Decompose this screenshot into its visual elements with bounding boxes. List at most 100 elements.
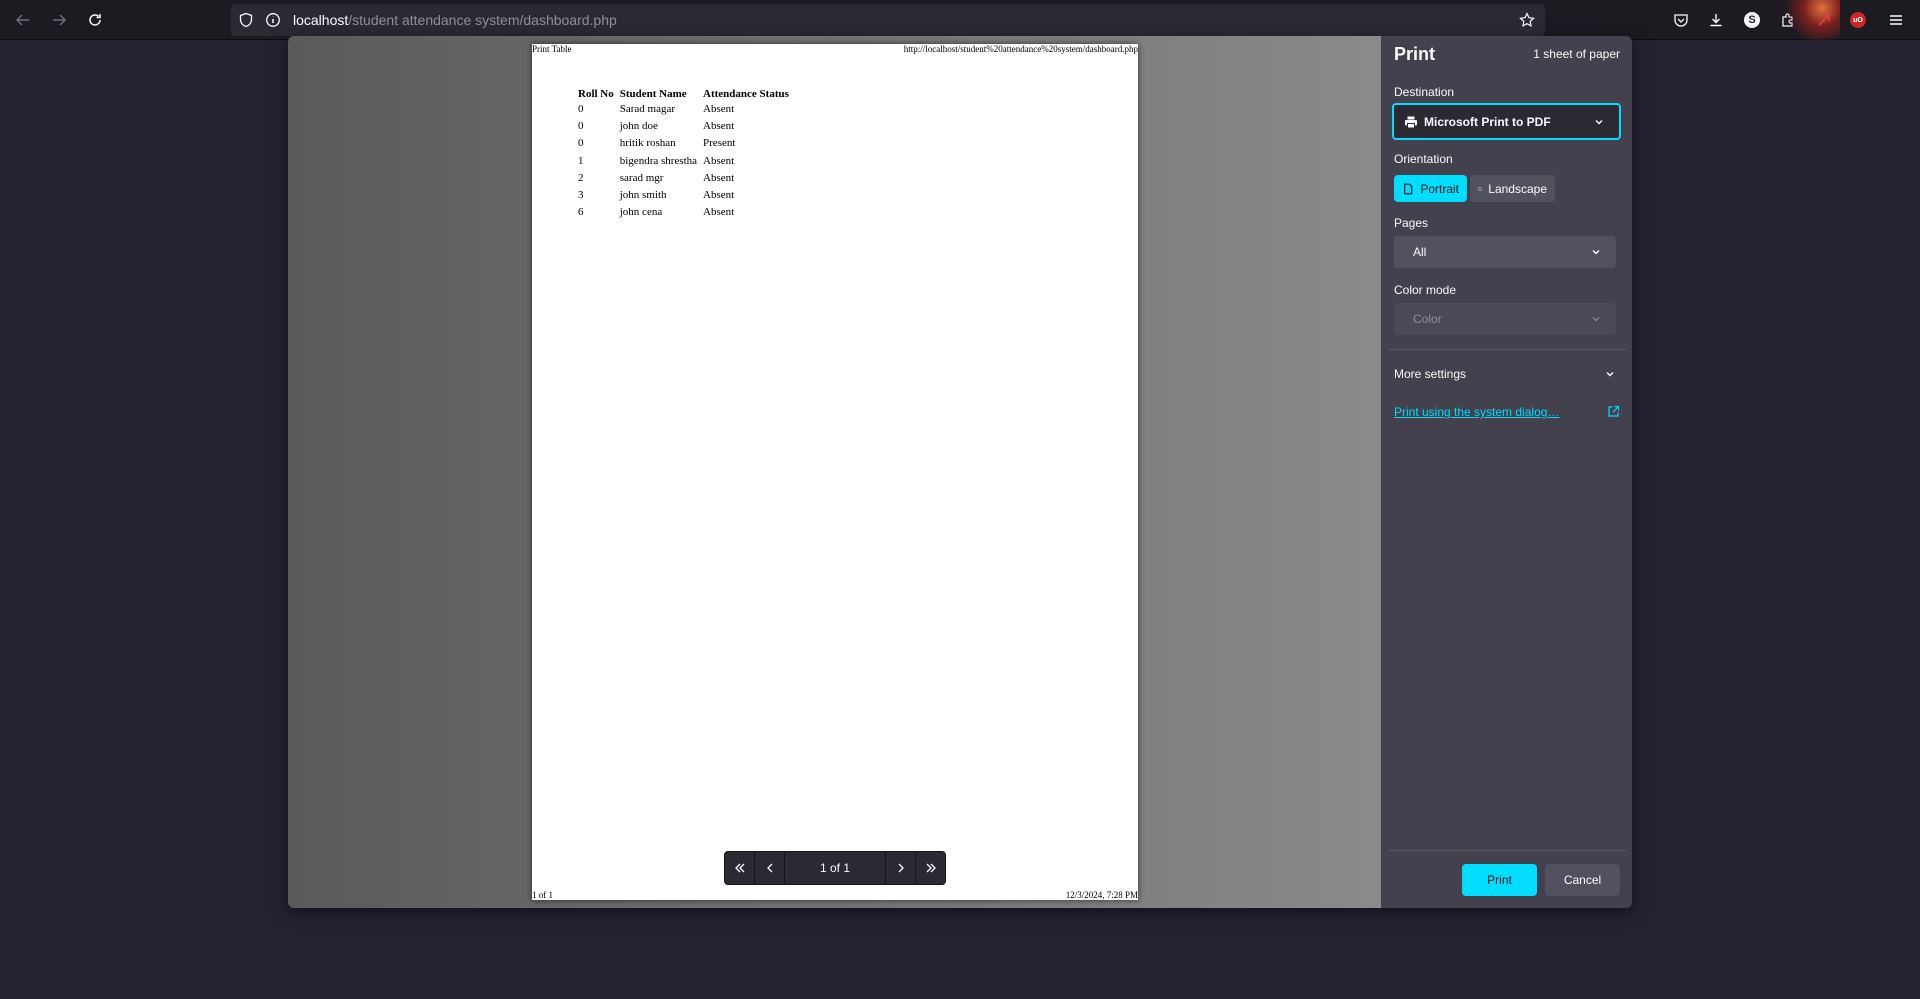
- column-header: Attendance Status: [703, 88, 789, 100]
- system-dialog-link[interactable]: Print using the system dialog…: [1394, 405, 1559, 419]
- roll-no-cell: 2: [578, 171, 584, 184]
- table-row: 3 john smith Absent: [576, 189, 791, 206]
- landscape-label: Landscape: [1488, 181, 1547, 196]
- page-footer-count: 1 of 1: [532, 890, 553, 900]
- red-arrow-extension-icon: [1818, 14, 1830, 26]
- destination-select[interactable]: Microsoft Print to PDF: [1392, 103, 1621, 140]
- cancel-button[interactable]: Cancel: [1545, 864, 1620, 896]
- chevron-down-icon: [1606, 372, 1614, 377]
- chevron-down-icon: [1592, 317, 1600, 322]
- pages-value: All: [1413, 245, 1427, 259]
- table-row: 6 john cena Absent: [576, 206, 791, 223]
- reload-button[interactable]: [81, 6, 109, 34]
- double-chevron-right-icon: [926, 863, 936, 873]
- downloads-button[interactable]: [1704, 8, 1728, 32]
- ublock-button[interactable]: uO: [1846, 8, 1870, 32]
- pocket-button[interactable]: [1669, 8, 1693, 32]
- student-name-cell: Sarad magar: [619, 103, 676, 115]
- color-mode-label: Color mode: [1394, 283, 1457, 297]
- landscape-page-icon: [1478, 187, 1483, 190]
- chevron-left-icon: [766, 863, 772, 873]
- page-header-title: Print Table: [532, 44, 572, 54]
- pages-select[interactable]: All: [1394, 236, 1616, 268]
- more-settings-label: More settings: [1394, 367, 1467, 381]
- first-page-button[interactable]: [725, 852, 755, 884]
- section-divider: [1389, 349, 1626, 350]
- url-bar[interactable]: localhost/student attendance system/dash…: [231, 4, 1545, 36]
- next-page-button[interactable]: [885, 852, 915, 884]
- table-row: 0 hritik roshan Present: [576, 137, 791, 154]
- url-path: /student attendance system/dashboard.php: [348, 12, 617, 28]
- color-mode-select[interactable]: Color: [1394, 303, 1616, 335]
- destination-value: Microsoft Print to PDF: [1424, 114, 1551, 129]
- portrait-button[interactable]: Portrait: [1394, 175, 1467, 202]
- roll-no-cell: 1: [578, 154, 584, 167]
- ublock-origin-icon: uO: [1850, 12, 1866, 28]
- app-menu-button[interactable]: [1884, 8, 1908, 32]
- page-footer-date: 12/3/2024, 7:28 PM: [1065, 890, 1138, 900]
- student-name-cell: sarad mgr: [619, 171, 664, 184]
- extension-arrow-button[interactable]: [1812, 8, 1836, 32]
- student-name-cell: hritik roshan: [619, 137, 676, 150]
- chevron-down-icon: [1592, 250, 1600, 255]
- attendance-status-cell: Absent: [703, 206, 735, 219]
- roll-no-cell: 0: [578, 137, 584, 150]
- roll-no-cell: 6: [578, 206, 584, 219]
- bookmark-star-icon[interactable]: [1519, 12, 1535, 28]
- chevron-right-icon: [898, 863, 904, 873]
- print-button[interactable]: Print: [1462, 864, 1537, 896]
- column-header: Student Name: [619, 88, 687, 100]
- more-settings-toggle[interactable]: More settings: [1394, 364, 1616, 384]
- tracking-shield-icon[interactable]: [238, 12, 254, 28]
- attendance-table: Roll No Student Name Attendance Status 0…: [574, 88, 793, 223]
- hamburger-menu-icon: [1890, 15, 1902, 25]
- browser-toolbar: localhost/student attendance system/dash…: [0, 0, 1920, 40]
- back-arrow-icon: [15, 14, 29, 26]
- portrait-page-icon: [1404, 183, 1413, 194]
- page-indicator: 1 of 1: [819, 861, 851, 875]
- portrait-label: Portrait: [1420, 181, 1459, 196]
- account-avatar-icon: S: [1744, 12, 1760, 28]
- reload-icon: [89, 14, 101, 26]
- table-row: 1 bigendra shrestha Absent: [576, 155, 791, 172]
- column-header: Roll No: [578, 88, 614, 100]
- destination-label: Destination: [1394, 85, 1455, 99]
- roll-no-cell: 0: [578, 103, 584, 115]
- attendance-status-cell: Absent: [703, 188, 735, 201]
- landscape-button[interactable]: Landscape: [1470, 175, 1555, 202]
- site-info-icon[interactable]: [265, 12, 281, 28]
- previous-page-button[interactable]: [755, 852, 785, 884]
- footer-divider: [1389, 850, 1626, 851]
- color-mode-value: Color: [1413, 312, 1442, 326]
- orientation-label: Orientation: [1394, 152, 1453, 166]
- chevron-down-icon: [1595, 119, 1603, 124]
- roll-no-cell: 0: [578, 120, 584, 133]
- back-button[interactable]: [9, 6, 37, 34]
- pages-label: Pages: [1394, 216, 1429, 230]
- page-navigation: 1 of 1: [724, 851, 946, 885]
- external-link-icon[interactable]: [1607, 405, 1620, 418]
- attendance-status-cell: Absent: [703, 103, 735, 115]
- printer-icon: [1405, 116, 1417, 128]
- table-row: 0 Sarad magar Absent: [576, 103, 791, 120]
- print-dialog: Print Table http://localhost/student%20a…: [288, 36, 1632, 908]
- attendance-status-cell: Absent: [703, 154, 735, 167]
- student-name-cell: bigendra shrestha: [619, 154, 698, 167]
- roll-no-cell: 3: [578, 188, 584, 201]
- sheet-count: 1 sheet of paper: [1533, 47, 1620, 61]
- print-title: Print: [1394, 44, 1436, 64]
- double-chevron-left-icon: [734, 863, 744, 873]
- account-button[interactable]: S: [1740, 8, 1764, 32]
- pocket-icon: [1674, 14, 1688, 27]
- attendance-status-cell: Absent: [703, 171, 735, 184]
- forward-arrow-icon: [53, 14, 67, 26]
- print-settings-panel: Print 1 sheet of paper Destination Micro…: [1381, 36, 1632, 908]
- last-page-button[interactable]: [915, 852, 945, 884]
- student-name-cell: john cena: [619, 206, 663, 219]
- print-preview-area: Print Table http://localhost/student%20a…: [288, 36, 1381, 908]
- page-header-url: http://localhost/student%20attendance%20…: [903, 44, 1138, 54]
- table-row: 0 john doe Absent: [576, 120, 791, 137]
- forward-button[interactable]: [45, 6, 73, 34]
- attendance-status-cell: Present: [703, 137, 736, 150]
- url-host: localhost: [293, 12, 349, 28]
